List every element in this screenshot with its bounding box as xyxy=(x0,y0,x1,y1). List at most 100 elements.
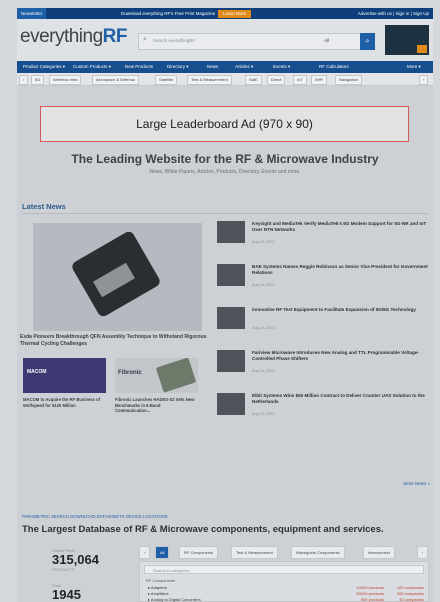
nav-news[interactable]: News xyxy=(207,61,218,73)
news-title[interactable]: Fairview Microwave Introduces New Analog… xyxy=(252,350,430,362)
hero-title: The Leading Website for the RF & Microwa… xyxy=(71,152,379,166)
tab-test-measurement[interactable]: Test & Measurement xyxy=(231,546,278,559)
category-search-input[interactable]: Search in categories xyxy=(144,565,424,574)
learn-more-button[interactable]: Learn More xyxy=(218,10,252,18)
leaderboard-ad[interactable]: Large Leaderboard Ad (970 x 90) xyxy=(40,106,409,142)
nav-product-categories[interactable]: Product Categories ▾ xyxy=(23,61,65,73)
news-title[interactable]: Elbit Systems Wins $50 Million Contract … xyxy=(252,393,430,405)
newsletter-link[interactable]: Newsletter xyxy=(17,8,47,19)
news-card-caption[interactable]: Fibronic Launches HADES-S2 Sets New Benc… xyxy=(115,397,195,414)
logo-suffix: RF xyxy=(102,26,128,47)
stat-products: Unified Parts 315,064 PRODUCTS xyxy=(52,548,99,572)
category-wifi[interactable]: WiFi xyxy=(311,75,327,85)
product-image xyxy=(155,358,197,393)
category-products: 900 products xyxy=(360,597,384,602)
category-5g[interactable]: 5G xyxy=(31,75,45,85)
nav-rf-calculators[interactable]: RF Calculators xyxy=(319,61,349,73)
tabs-next-arrow[interactable]: › xyxy=(417,546,429,559)
news-thumbnail xyxy=(217,393,245,415)
main-content: Large Leaderboard Ad (970 x 90) The Lead… xyxy=(17,86,433,602)
search-icon: ⌕ xyxy=(143,36,147,43)
news-title[interactable]: innovative RF Test Equipment to Facilita… xyxy=(252,307,430,313)
database-tags[interactable]: PARAMETRIC SEARCH DOWNLOAD DATASHEETS DE… xyxy=(22,514,168,519)
nav-new-products[interactable]: New Products xyxy=(125,61,153,73)
top-bar: Newsletter Download everything RF's Free… xyxy=(17,8,433,19)
stat-sub: PRODUCTS xyxy=(52,567,75,572)
news-title[interactable]: Keysight and MediaTek Verify MediaTek's … xyxy=(252,221,430,233)
category-iot[interactable]: IoT xyxy=(293,75,307,85)
nav-custom-products[interactable]: Custom Products ▾ xyxy=(73,61,111,73)
search-scope-select[interactable]: All xyxy=(324,38,329,43)
logo-prefix: everything xyxy=(20,26,103,47)
promo-label: Download everything RF's Free Print Maga… xyxy=(121,11,216,16)
panel-heading: RF Components xyxy=(146,578,176,583)
news-item[interactable]: Keysight and MediaTek Verify MediaTek's … xyxy=(217,221,427,251)
stat-value: 315,064 xyxy=(52,552,99,567)
category-companies: 100 companies xyxy=(396,585,424,590)
section-divider xyxy=(22,213,428,214)
news-thumbnail xyxy=(217,221,245,243)
news-item[interactable]: Elbit Systems Wins $50 Million Contract … xyxy=(217,393,427,423)
category-nav: ‹ 5G Wireless Infra Aerospace & Defense … xyxy=(17,73,433,86)
category-test-measurement[interactable]: Test & Measurement xyxy=(187,75,232,85)
category-products: 10000 products xyxy=(356,585,384,590)
news-thumbnail xyxy=(217,264,245,286)
category-name[interactable]: ▸ Amplifiers xyxy=(148,591,168,596)
category-wireless-infra[interactable]: Wireless Infra xyxy=(49,75,82,85)
news-card-macom[interactable]: MACOM xyxy=(23,358,106,393)
more-news-link[interactable]: More News » xyxy=(403,481,430,486)
news-title[interactable]: BAE Systems Names Reggie Robinson as Sen… xyxy=(252,264,430,276)
news-item[interactable]: BAE Systems Names Reggie Robinson as Sen… xyxy=(217,264,430,294)
news-item[interactable]: innovative RF Test Equipment to Facilita… xyxy=(217,307,427,337)
news-date: Aug 24, 2023 xyxy=(252,369,275,373)
search-bar: ⌕ Search everythingRF All ⌕ xyxy=(138,33,375,50)
nav-articles[interactable]: Articles ▾ xyxy=(235,61,253,73)
category-row[interactable]: ▸ Adapters 10000 products 100 companies xyxy=(148,585,424,590)
category-sate[interactable]: SatE xyxy=(245,75,262,85)
category-prev-arrow[interactable]: ‹ xyxy=(19,75,29,85)
category-products: 50000 products xyxy=(356,591,384,596)
header-ad[interactable] xyxy=(385,25,429,55)
stat-value: 1945 xyxy=(52,587,81,602)
category-name[interactable]: ▸ Adapters xyxy=(148,585,167,590)
category-navigation[interactable]: Navigation xyxy=(335,75,362,85)
stat-companies: From 1945 xyxy=(52,583,81,602)
site-header: everythingRF ⌕ Search everythingRF All ⌕ xyxy=(17,19,433,61)
category-name[interactable]: ▸ Analog to Digital Converters xyxy=(148,597,201,602)
news-thumbnail xyxy=(217,350,245,372)
category-companies: 300 companies xyxy=(396,591,424,596)
database-tabs: ‹ All RF Components Test & Measurement W… xyxy=(139,546,429,559)
news-card-caption[interactable]: MACOM to Acquire the RF Business of Wolf… xyxy=(23,397,103,408)
search-input[interactable]: Search everythingRF xyxy=(153,38,195,43)
news-thumbnail xyxy=(217,307,245,329)
featured-news-caption[interactable]: Exda Pioneers Breakthrough QFN Assembly … xyxy=(20,334,210,348)
featured-news-image[interactable] xyxy=(33,223,202,331)
tab-rf-components[interactable]: RF Components xyxy=(179,546,219,559)
header-ad-image xyxy=(417,45,427,53)
tab-interconnect[interactable]: Interconnect xyxy=(363,546,396,559)
news-item[interactable]: Fairview Microwave Introduces New Analog… xyxy=(217,350,427,380)
tab-all[interactable]: All xyxy=(155,546,170,559)
account-links[interactable]: Advertise with us | Sign in | Sign Up xyxy=(358,8,429,19)
macom-logo: MACOM xyxy=(27,369,47,375)
latest-news-title: Latest News xyxy=(22,202,66,211)
news-date: Aug 24, 2023 xyxy=(252,240,275,244)
tabs-prev-arrow[interactable]: ‹ xyxy=(139,546,151,559)
category-next-arrow[interactable]: › xyxy=(419,75,429,85)
search-button[interactable]: ⌕ xyxy=(360,33,375,50)
category-companies: 40 companies xyxy=(399,597,424,602)
hero-subtitle: News, White Papers, Articles, Products, … xyxy=(149,169,301,175)
category-satellite[interactable]: Satellite xyxy=(155,75,178,85)
category-direct[interactable]: Direct xyxy=(267,75,286,85)
promo-text: Download everything RF's Free Print Maga… xyxy=(121,8,252,19)
nav-directory[interactable]: Directory ▾ xyxy=(167,61,189,73)
news-card-fibronic[interactable]: Fibronic xyxy=(115,358,198,393)
category-aerospace-defense[interactable]: Aerospace & Defense xyxy=(92,75,139,85)
nav-more[interactable]: More ▾ xyxy=(407,61,421,73)
category-row[interactable]: ▸ Analog to Digital Converters 900 produ… xyxy=(148,597,424,602)
nav-events[interactable]: Events ▾ xyxy=(273,61,290,73)
site-logo[interactable]: everythingRF xyxy=(20,26,128,48)
news-date: Aug 23, 2023 xyxy=(252,412,275,416)
category-row[interactable]: ▸ Amplifiers 50000 products 300 companie… xyxy=(148,591,424,596)
tab-waveguide-components[interactable]: Waveguide Components xyxy=(291,546,345,559)
